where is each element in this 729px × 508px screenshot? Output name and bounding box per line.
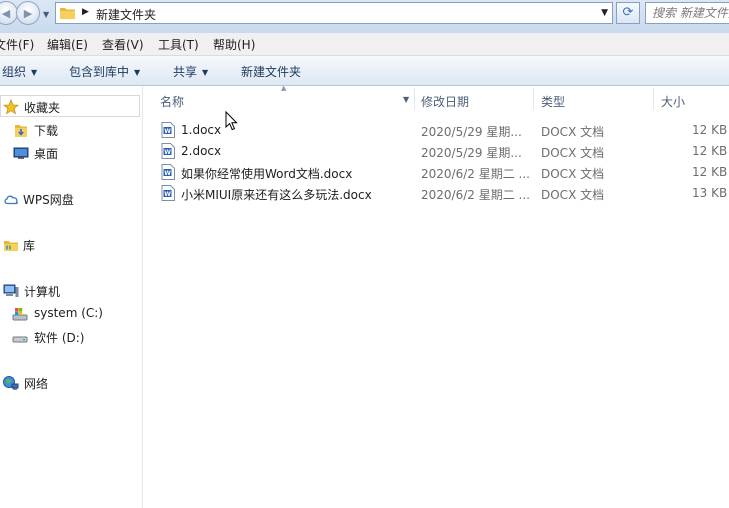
nav-library[interactable]: 库 bbox=[0, 234, 140, 256]
forward-arrow-icon: ▶ bbox=[23, 6, 33, 20]
file-type: DOCX 文档 bbox=[541, 167, 605, 181]
file-date: 2020/5/29 星期... bbox=[421, 125, 522, 139]
include-in-library-label: 包含到库中 bbox=[69, 65, 130, 79]
nav-favorites-label: 收藏夹 bbox=[24, 101, 61, 115]
file-name[interactable]: 小米MIUI原来还有这么多玩法.docx bbox=[181, 186, 372, 203]
menu-tools[interactable]: 工具(T) bbox=[158, 36, 199, 53]
file-size: 12 KB bbox=[692, 144, 728, 158]
chevron-down-icon: ▼ bbox=[134, 68, 141, 77]
menu-bar: 文件(F) 编辑(E) 查看(V) 工具(T) 帮助(H) bbox=[0, 33, 729, 56]
network-icon bbox=[3, 376, 19, 390]
forward-button[interactable]: ▶ bbox=[16, 1, 40, 25]
recent-pages-chevron-icon[interactable]: ▼ bbox=[43, 10, 49, 19]
nav-computer-label: 计算机 bbox=[24, 285, 61, 299]
file-row[interactable]: W 小米MIUI原来还有这么多玩法.docx 2020/6/2 星期二 ... … bbox=[143, 183, 729, 204]
file-row[interactable]: W 2.docx 2020/5/29 星期... DOCX 文档 12 KB bbox=[143, 141, 729, 162]
file-name[interactable]: 2.docx bbox=[181, 144, 221, 158]
word-document-icon: W bbox=[161, 164, 175, 180]
file-name[interactable]: 1.docx bbox=[181, 123, 221, 137]
nav-drive-c-label: system (C:) bbox=[34, 306, 103, 320]
file-list: ▲ 名称 ▼ 修改日期 类型 大小 W 1.docx 2020/5/29 星期.… bbox=[143, 84, 729, 508]
menu-edit[interactable]: 编辑(E) bbox=[47, 36, 88, 53]
menu-file[interactable]: 文件(F) bbox=[0, 36, 34, 53]
download-folder-icon bbox=[15, 125, 27, 137]
nav-network-label: 网络 bbox=[24, 377, 49, 391]
svg-text:W: W bbox=[164, 170, 171, 177]
file-type: DOCX 文档 bbox=[541, 188, 605, 202]
chevron-down-icon: ▼ bbox=[31, 68, 38, 77]
chevron-down-icon: ▼ bbox=[202, 68, 209, 77]
word-document-icon: W bbox=[161, 143, 175, 159]
search-box[interactable] bbox=[645, 2, 729, 24]
mouse-cursor-icon bbox=[225, 111, 238, 131]
drive-icon bbox=[12, 336, 28, 343]
breadcrumb-current-folder[interactable]: 新建文件夹 bbox=[96, 6, 156, 23]
new-folder-button[interactable]: 新建文件夹 bbox=[241, 63, 301, 80]
refresh-button[interactable]: ⟳ bbox=[616, 2, 640, 24]
command-bar: 组织 ▼ 包含到库中 ▼ 共享 ▼ 新建文件夹 bbox=[0, 56, 729, 86]
file-date: 2020/6/2 星期二 ... bbox=[421, 167, 530, 181]
menu-view[interactable]: 查看(V) bbox=[102, 36, 144, 53]
svg-text:W: W bbox=[164, 128, 171, 135]
nav-downloads-label: 下载 bbox=[34, 124, 59, 138]
file-type: DOCX 文档 bbox=[541, 146, 605, 160]
star-icon bbox=[3, 99, 19, 115]
breadcrumb-separator-icon[interactable]: ▶ bbox=[82, 7, 89, 17]
system-drive-icon bbox=[12, 308, 28, 321]
desktop-icon bbox=[13, 147, 29, 159]
search-input[interactable] bbox=[646, 3, 729, 23]
column-divider[interactable] bbox=[533, 88, 534, 110]
sort-ascending-icon: ▲ bbox=[281, 84, 287, 92]
library-icon bbox=[4, 241, 18, 251]
address-dropdown-icon[interactable]: ▼ bbox=[601, 8, 608, 18]
folder-icon bbox=[60, 8, 75, 19]
column-header-date[interactable]: 修改日期 bbox=[421, 93, 469, 110]
column-header-size[interactable]: 大小 bbox=[661, 93, 685, 110]
column-divider[interactable] bbox=[414, 88, 415, 110]
nav-library-label: 库 bbox=[23, 239, 36, 253]
file-type: DOCX 文档 bbox=[541, 125, 605, 139]
file-size: 13 KB bbox=[692, 186, 728, 200]
nav-desktop[interactable]: 桌面 bbox=[0, 142, 140, 164]
file-name[interactable]: 如果你经常使用Word文档.docx bbox=[181, 165, 352, 182]
column-divider[interactable] bbox=[653, 88, 654, 110]
computer-icon bbox=[3, 284, 19, 297]
column-header-row: ▲ 名称 ▼ 修改日期 类型 大小 bbox=[143, 84, 729, 112]
share-label: 共享 bbox=[173, 65, 198, 79]
svg-text:W: W bbox=[164, 191, 171, 198]
file-size: 12 KB bbox=[692, 165, 728, 179]
address-bar[interactable]: ▶ 新建文件夹 ▼ bbox=[55, 2, 613, 24]
word-document-icon: W bbox=[161, 185, 175, 201]
nav-network[interactable]: 网络 bbox=[0, 372, 140, 394]
nav-wps-label: WPS网盘 bbox=[23, 193, 74, 207]
navigation-pane: 收藏夹 下载 桌面 WPS网盘 库 计算机 system (C:) 软件 (D:… bbox=[0, 86, 143, 508]
word-document-icon: W bbox=[161, 122, 175, 138]
svg-text:W: W bbox=[164, 149, 171, 156]
refresh-icon: ⟳ bbox=[622, 5, 634, 20]
address-toolbar: ◀ ▶ ▼ ▶ 新建文件夹 ▼ ⟳ bbox=[0, 0, 729, 34]
file-date: 2020/6/2 星期二 ... bbox=[421, 188, 530, 202]
organize-button[interactable]: 组织 ▼ bbox=[2, 63, 37, 80]
nav-downloads[interactable]: 下载 bbox=[0, 119, 140, 141]
include-in-library-button[interactable]: 包含到库中 ▼ bbox=[69, 63, 140, 80]
share-button[interactable]: 共享 ▼ bbox=[173, 63, 208, 80]
nav-drive-d[interactable]: 软件 (D:) bbox=[0, 326, 140, 348]
file-row[interactable]: W 如果你经常使用Word文档.docx 2020/6/2 星期二 ... DO… bbox=[143, 162, 729, 183]
nav-drive-d-label: 软件 (D:) bbox=[34, 331, 85, 345]
nav-drive-c[interactable]: system (C:) bbox=[0, 303, 140, 325]
organize-label: 组织 bbox=[2, 65, 27, 79]
menu-help[interactable]: 帮助(H) bbox=[213, 36, 255, 53]
nav-computer[interactable]: 计算机 bbox=[0, 280, 140, 302]
file-size: 12 KB bbox=[692, 123, 728, 137]
file-date: 2020/5/29 星期... bbox=[421, 146, 522, 160]
column-header-type[interactable]: 类型 bbox=[541, 93, 565, 110]
nav-wps-cloud[interactable]: WPS网盘 bbox=[0, 188, 140, 210]
column-header-name[interactable]: 名称 bbox=[160, 93, 184, 110]
cloud-icon bbox=[4, 195, 18, 205]
nav-desktop-label: 桌面 bbox=[34, 147, 59, 161]
back-arrow-icon: ◀ bbox=[1, 6, 11, 20]
nav-favorites[interactable]: 收藏夹 bbox=[0, 95, 140, 117]
column-filter-dropdown-icon[interactable]: ▼ bbox=[403, 95, 409, 104]
